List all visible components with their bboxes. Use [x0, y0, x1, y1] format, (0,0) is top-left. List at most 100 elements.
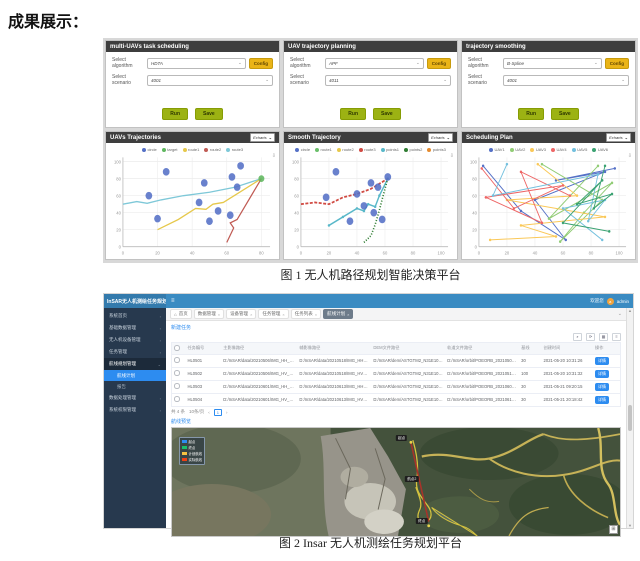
waypoint-label[interactable]: 航点2 [405, 476, 418, 482]
column-header[interactable]: 主影像路径 [221, 343, 297, 354]
column-header[interactable] [172, 343, 185, 354]
download-icon[interactable]: ⇩ [272, 153, 276, 159]
legend-item[interactable]: UAV1 [489, 147, 505, 152]
tabs-more-icon[interactable]: ⌄ [618, 311, 622, 317]
legend-item[interactable]: UAV3 [530, 147, 546, 152]
run-button[interactable]: Run [162, 108, 188, 120]
pagination-per-page[interactable]: 10条/页 [189, 409, 204, 415]
chart-type-select[interactable]: Echarts⌄ [606, 133, 631, 142]
new-task-link[interactable]: 新建任务 [171, 324, 621, 331]
config-button[interactable]: Config [249, 58, 273, 69]
scroll-thumb[interactable] [628, 405, 632, 431]
search-icon[interactable]: ⌕ [573, 333, 582, 341]
tab[interactable]: 数据管理× [194, 309, 224, 319]
legend-item[interactable]: route2 [337, 147, 354, 152]
scrollbar[interactable]: ▲ ▼ [626, 308, 633, 528]
sidebar-item[interactable]: 航线规划管理⌄ [104, 358, 166, 370]
tab[interactable]: 任务管理× [258, 309, 288, 319]
sidebar-subitem[interactable]: 报告 [104, 381, 166, 392]
column-header[interactable]: 创建时间 [542, 343, 594, 354]
close-icon[interactable]: × [250, 312, 252, 317]
tab[interactable]: 设备管理× [226, 309, 256, 319]
sidebar-item[interactable]: 系统首页› [104, 310, 166, 322]
table-row[interactable]: HL0502D:/InSAR/data/20210506/IMG_HV_mast… [172, 367, 620, 380]
chart-type-select[interactable]: Echarts⌄ [428, 133, 453, 142]
close-icon[interactable]: × [315, 312, 317, 317]
column-header[interactable]: 辅影像路径 [297, 343, 371, 354]
scenario-select[interactable]: 4001⌄ [503, 75, 629, 86]
download-icon[interactable]: ⇩ [450, 153, 454, 159]
close-icon[interactable]: × [218, 312, 220, 317]
scenario-select[interactable]: 4011⌄ [325, 75, 451, 86]
legend-item[interactable]: points3 [427, 147, 445, 152]
chart-type-select[interactable]: Echarts⌄ [250, 133, 275, 142]
detail-button[interactable]: 详情 [595, 396, 609, 404]
close-icon[interactable]: × [282, 312, 284, 317]
waypoint-label[interactable]: 起点 [396, 435, 407, 441]
algorithm-select[interactable]: HDTA⌄ [147, 58, 246, 69]
download-icon[interactable]: ⇩ [628, 153, 632, 159]
detail-button[interactable]: 详情 [595, 370, 609, 378]
sidebar-item[interactable]: 系统权限管理› [104, 404, 166, 416]
column-header[interactable]: 操作 [593, 343, 620, 354]
legend-item[interactable]: route3 [226, 147, 243, 152]
row-checkbox[interactable] [174, 396, 180, 402]
columns-icon[interactable]: ▦ [599, 333, 608, 341]
algorithm-select[interactable]: APF⌄ [325, 58, 424, 69]
legend-item[interactable]: circle [295, 147, 310, 152]
run-button[interactable]: Run [518, 108, 544, 120]
save-button[interactable]: Save [551, 108, 579, 120]
settings-icon[interactable]: ≡ [612, 333, 621, 341]
legend-item[interactable]: UAV4 [551, 147, 567, 152]
scroll-down-icon[interactable]: ▼ [628, 523, 632, 528]
row-checkbox[interactable] [174, 383, 180, 389]
legend-item[interactable]: route3 [359, 147, 376, 152]
algorithm-select[interactable]: B-Spline⌄ [503, 58, 602, 69]
legend-item[interactable]: UAV5 [572, 147, 588, 152]
select-all-checkbox[interactable] [174, 345, 180, 351]
row-checkbox[interactable] [174, 370, 180, 376]
config-button[interactable]: Config [605, 58, 629, 69]
save-button[interactable]: Save [195, 108, 223, 120]
avatar[interactable]: a [607, 298, 614, 305]
pagination-page[interactable]: 1 [214, 409, 222, 416]
legend-item[interactable]: route1 [315, 147, 332, 152]
table-row[interactable]: HL0504D:/InSAR/data/20210601/IMG_HV_mast… [172, 393, 620, 406]
legend-item[interactable]: points2 [404, 147, 422, 152]
legend-item[interactable]: UAV6 [592, 147, 608, 152]
config-button[interactable]: Config [427, 58, 451, 69]
column-header[interactable]: 基线 [519, 343, 541, 354]
legend-item[interactable]: points1 [381, 147, 399, 152]
scroll-up-icon[interactable]: ▲ [628, 308, 632, 313]
close-icon[interactable]: × [347, 312, 349, 317]
row-checkbox[interactable] [174, 357, 180, 363]
pagination-prev[interactable]: ‹ [208, 410, 210, 415]
legend-item[interactable]: route2 [204, 147, 221, 152]
sidebar-item[interactable]: 无人机设备管理› [104, 334, 166, 346]
refresh-icon[interactable]: ⟳ [586, 333, 595, 341]
tab-home[interactable]: ⌂首页 [170, 309, 192, 319]
sidebar-item[interactable]: 任务管理› [104, 346, 166, 358]
detail-button[interactable]: 详情 [595, 383, 609, 391]
fullscreen-icon[interactable]: ⊞ [609, 525, 618, 534]
waypoint-label[interactable]: 终点 [416, 518, 427, 524]
legend-item[interactable]: UAV2 [510, 147, 526, 152]
sidebar-item[interactable]: 基础数据管理› [104, 322, 166, 334]
column-header[interactable]: 轨道文件路径 [445, 343, 519, 354]
table-row[interactable]: HL0501D:/InSAR/data/20210506/IMG_HH_mast… [172, 354, 620, 367]
legend-item[interactable]: target [162, 147, 178, 152]
scenario-select[interactable]: 4001⌄ [147, 75, 273, 86]
save-button[interactable]: Save [373, 108, 401, 120]
run-button[interactable]: Run [340, 108, 366, 120]
column-header[interactable]: DEM文件路径 [371, 343, 445, 354]
route-preview-link[interactable]: 航线预览 [171, 418, 621, 425]
pagination-next[interactable]: › [226, 410, 228, 415]
tab-active[interactable]: 航线计划× [323, 309, 353, 319]
sidebar-subitem[interactable]: 航线计划 [104, 370, 166, 381]
tab[interactable]: 任务列表× [291, 309, 321, 319]
column-header[interactable]: 任务编号 [185, 343, 221, 354]
username[interactable]: admin [617, 299, 629, 304]
menu-toggle-icon[interactable]: ≡ [171, 298, 175, 304]
sidebar-item[interactable]: 数据处理管理› [104, 392, 166, 404]
legend-item[interactable]: route1 [183, 147, 200, 152]
